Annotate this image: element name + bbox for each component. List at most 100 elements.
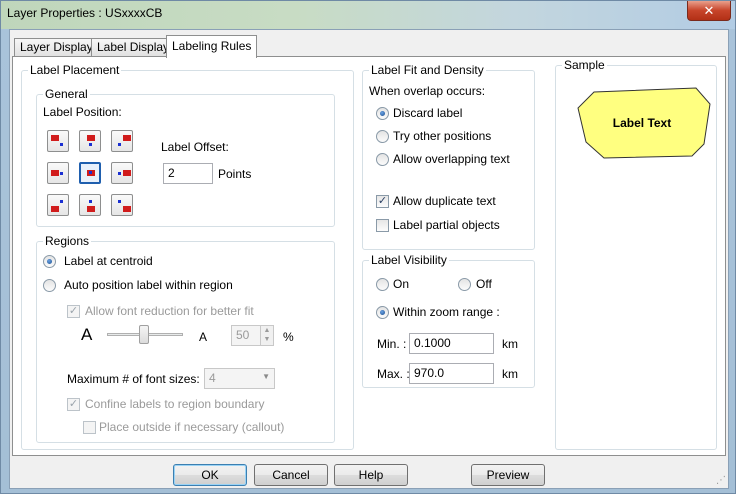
font-reduction-slider-thumb[interactable] (139, 325, 149, 344)
discard-label-radio[interactable] (376, 107, 389, 120)
label-visibility-group: Label Visibility On Off Within zoom rang… (362, 253, 535, 388)
confine-region-label: Confine labels to region boundary (85, 397, 265, 411)
try-other-positions-radio[interactable] (376, 130, 389, 143)
anchor-dot (118, 143, 121, 146)
position-marker (51, 135, 59, 141)
fit-density-legend: Label Fit and Density (369, 63, 486, 77)
position-upper-left-button[interactable] (47, 130, 69, 152)
anchor-dot (118, 200, 121, 203)
allow-duplicate-text[interactable]: Allow duplicate text (393, 194, 496, 208)
help-button[interactable]: Help (334, 464, 408, 486)
reduction-percent-input[interactable]: 50 (231, 325, 261, 346)
position-marker (87, 135, 95, 141)
regions-group: Regions Label at centroid Auto position … (36, 234, 335, 443)
tab-label-display[interactable]: Label Display (91, 38, 176, 57)
allow-overlapping-text[interactable]: Allow overlapping text (393, 152, 510, 166)
max-font-sizes-label: Maximum # of font sizes: (67, 372, 200, 386)
title-bar[interactable]: Layer Properties : USxxxxCB ✕ (1, 1, 735, 29)
callout-label: Place outside if necessary (callout) (99, 420, 285, 434)
sample-label-preview: Label Text (577, 87, 711, 159)
position-center-button[interactable] (79, 162, 101, 184)
ok-button[interactable]: OK (173, 464, 247, 486)
max-font-sizes-value: 4 (209, 371, 216, 385)
sample-legend: Sample (562, 58, 607, 72)
max-zoom-units: km (502, 367, 518, 381)
position-upper-center-button[interactable] (79, 130, 101, 152)
label-offset-label: Label Offset: (161, 140, 229, 154)
sample-label-text: Label Text (613, 116, 671, 130)
position-upper-right-button[interactable] (111, 130, 133, 152)
position-lower-right-button[interactable] (111, 194, 133, 216)
min-zoom-units: km (502, 337, 518, 351)
max-zoom-input[interactable]: 970.0 (409, 363, 494, 384)
reduction-spinner[interactable]: ▲ ▼ (260, 325, 274, 346)
general-legend: General (43, 87, 90, 101)
dialog-client: Layer Display Label Display Labeling Rul… (9, 29, 729, 489)
close-icon: ✕ (703, 2, 715, 18)
confine-region-checkbox[interactable]: ✓ (67, 398, 80, 411)
cancel-button[interactable]: Cancel (254, 464, 328, 486)
partial-objects-text[interactable]: Label partial objects (393, 218, 500, 232)
small-font-glyph: A (199, 330, 208, 344)
label-placement-legend: Label Placement (28, 63, 122, 77)
partial-objects-checkbox[interactable] (376, 219, 389, 232)
anchor-dot (60, 200, 63, 203)
anchor-dot (60, 172, 63, 175)
max-font-sizes-select[interactable]: 4 ▼ (204, 368, 275, 389)
position-middle-left-button[interactable] (47, 162, 69, 184)
anchor-dot (60, 143, 63, 146)
general-group: General Label Position: Label Offset: 2 … (36, 87, 335, 227)
resize-grip-icon[interactable]: ⋰ (716, 475, 726, 486)
position-marker (123, 170, 131, 176)
position-lower-center-button[interactable] (79, 194, 101, 216)
position-marker (123, 135, 131, 141)
tab-layer-display[interactable]: Layer Display (14, 38, 99, 57)
anchor-dot (118, 172, 121, 175)
auto-position-radio[interactable] (43, 279, 56, 292)
anchor-dot (89, 143, 92, 146)
max-zoom-label: Max. : (377, 367, 410, 381)
offset-units-label: Points (218, 167, 252, 181)
visibility-on-text[interactable]: On (393, 277, 409, 291)
label-visibility-legend: Label Visibility (369, 253, 449, 267)
min-zoom-label: Min. : (377, 337, 407, 351)
regions-legend: Regions (43, 234, 92, 248)
close-button[interactable]: ✕ (687, 1, 731, 21)
zoom-range-text[interactable]: Within zoom range : (393, 305, 500, 319)
font-reduction-checkbox[interactable]: ✓ (67, 305, 80, 318)
try-other-positions-text[interactable]: Try other positions (393, 129, 491, 143)
window-title: Layer Properties : USxxxxCB (7, 6, 163, 20)
font-reduction-label: Allow font reduction for better fit (85, 304, 254, 318)
auto-position-label[interactable]: Auto position label within region (64, 278, 233, 292)
discard-label-text[interactable]: Discard label (393, 106, 462, 120)
anchor-dot (89, 171, 92, 174)
label-at-centroid-label[interactable]: Label at centroid (64, 254, 153, 268)
visibility-off-text[interactable]: Off (476, 277, 492, 291)
chevron-down-icon: ▼ (262, 372, 270, 381)
visibility-on-radio[interactable] (376, 278, 389, 291)
allow-duplicate-checkbox[interactable]: ✓ (376, 195, 389, 208)
position-marker (51, 206, 59, 212)
position-middle-right-button[interactable] (111, 162, 133, 184)
position-lower-left-button[interactable] (47, 194, 69, 216)
anchor-dot (89, 200, 92, 203)
tab-labeling-rules[interactable]: Labeling Rules (166, 35, 258, 58)
layer-properties-window: Layer Properties : USxxxxCB ✕ Layer Disp… (0, 0, 736, 494)
position-marker (87, 206, 95, 212)
label-placement-group: Label Placement General Label Position: (21, 63, 354, 450)
label-at-centroid-radio[interactable] (43, 255, 56, 268)
visibility-off-radio[interactable] (458, 278, 471, 291)
large-font-glyph: A (81, 325, 93, 344)
label-offset-input[interactable]: 2 (163, 163, 213, 184)
callout-checkbox[interactable] (83, 421, 96, 434)
preview-button[interactable]: Preview (471, 464, 545, 486)
position-marker (51, 170, 59, 176)
zoom-range-radio[interactable] (376, 306, 389, 319)
allow-overlapping-radio[interactable] (376, 153, 389, 166)
label-position-label: Label Position: (43, 105, 122, 119)
overlap-heading: When overlap occurs: (369, 84, 486, 98)
reduction-unit: % (283, 330, 294, 344)
min-zoom-input[interactable]: 0.1000 (409, 333, 494, 354)
position-marker (123, 206, 131, 212)
fit-density-group: Label Fit and Density When overlap occur… (362, 63, 535, 250)
